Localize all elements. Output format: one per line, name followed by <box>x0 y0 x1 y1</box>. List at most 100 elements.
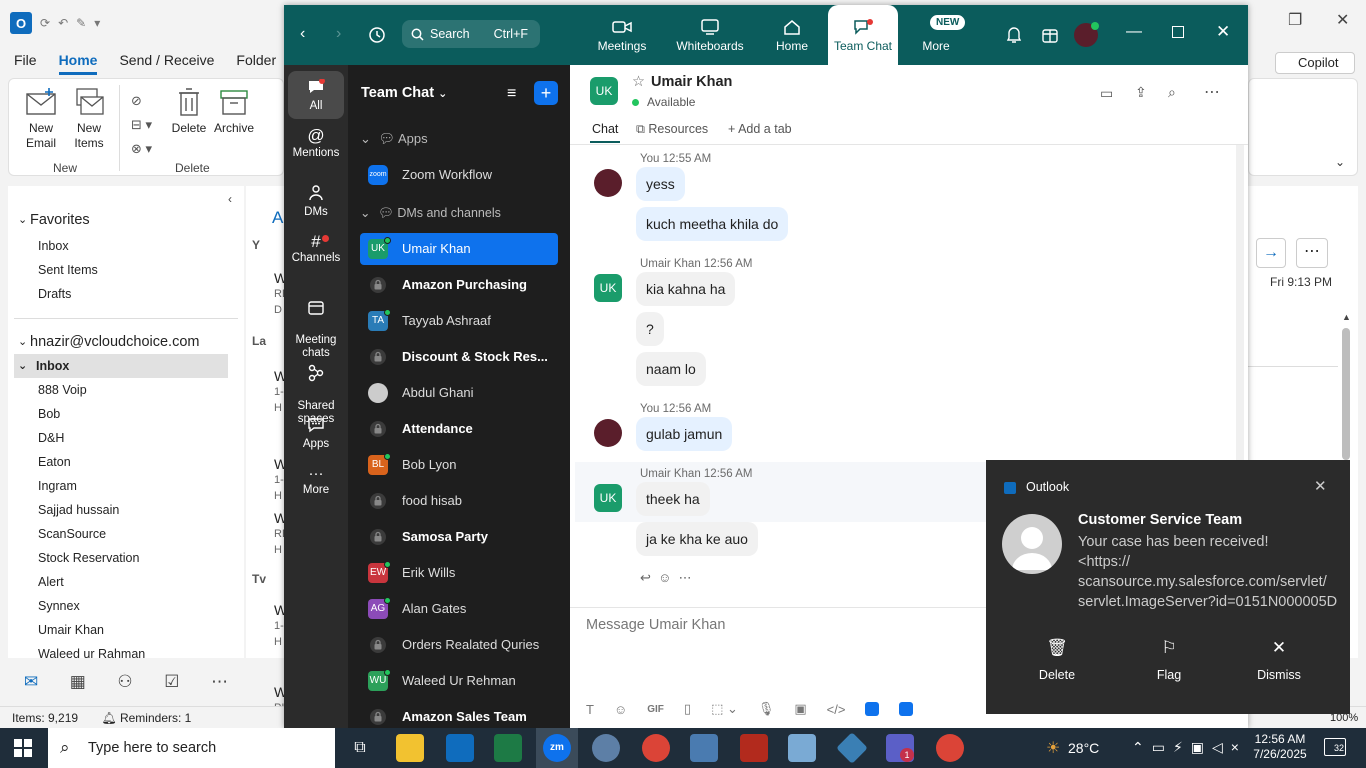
contact-row[interactable]: WU Waleed Ur Rehman <box>360 665 558 697</box>
zoom-close-icon[interactable]: ✕ <box>1216 22 1230 42</box>
restore-icon[interactable]: ❐ <box>1288 10 1302 30</box>
file-explorer-icon[interactable] <box>396 734 424 762</box>
outlook-close-icon[interactable]: ✕ <box>1336 10 1349 30</box>
rail-all[interactable]: All <box>286 79 346 113</box>
temperature[interactable]: 28°C <box>1068 740 1099 756</box>
people-icon[interactable]: ⚇ <box>117 672 132 692</box>
text-format-icon[interactable]: T <box>586 702 594 717</box>
task-view-icon[interactable]: ⧉ <box>346 734 374 762</box>
new-items-button[interactable]: New Items <box>65 87 113 151</box>
rail-meeting-chats[interactable]: Meeting chats <box>286 287 346 360</box>
folder-item[interactable]: Ingram <box>8 474 244 498</box>
contact-row[interactable]: EW Erik Wills <box>360 557 558 589</box>
new-email-button[interactable]: New Email <box>19 87 63 151</box>
send-icon[interactable] <box>899 702 914 716</box>
folder-item[interactable]: Bob <box>8 402 244 426</box>
taskbar-search[interactable]: ⌕ Type here to search <box>48 728 335 768</box>
maximize-icon[interactable] <box>1172 26 1184 38</box>
notes-icon[interactable] <box>788 734 816 762</box>
dms-section-header[interactable]: ⌄ 💬︎ DMs and channels <box>360 205 501 221</box>
contact-name[interactable]: ☆ Umair Khan <box>632 74 732 90</box>
forward-nav-icon[interactable]: › <box>336 25 341 43</box>
message-bubble[interactable]: yess <box>636 167 685 201</box>
menu-send-receive[interactable]: Send / Receive <box>119 52 214 75</box>
file-icon[interactable]: ▯ <box>684 701 691 717</box>
zoom-app-button-icon[interactable] <box>865 702 880 716</box>
folder-item[interactable]: Umair Khan <box>8 618 244 642</box>
toast-close-icon[interactable]: ✕ <box>1314 477 1327 495</box>
menu-folder[interactable]: Folder <box>236 52 276 75</box>
teams-icon[interactable]: 1 <box>886 734 914 762</box>
clean-up-icon[interactable]: ⊟ ▾ <box>131 113 152 137</box>
minimize-icon[interactable]: — <box>1126 23 1142 41</box>
menu-home[interactable]: Home <box>58 52 98 75</box>
tab-team-chat[interactable]: Team Chat <box>828 5 898 65</box>
contact-row[interactable]: AG Alan Gates <box>360 593 558 625</box>
contact-row[interactable]: Orders Realated Quries <box>360 629 558 661</box>
ribbon-expand-icon[interactable]: ⌄ <box>1335 155 1345 169</box>
more-actions-icon[interactable]: ⋯ <box>1296 238 1328 268</box>
chrome-icon[interactable] <box>642 734 670 762</box>
contact-row[interactable]: BL Bob Lyon <box>360 449 558 481</box>
message-bubble[interactable]: theek ha <box>636 482 710 516</box>
contact-row[interactable]: Samosa Party <box>360 521 558 553</box>
calculator-icon[interactable] <box>690 734 718 762</box>
contact-row[interactable]: food hisab <box>360 485 558 517</box>
tab-home[interactable]: Home <box>756 5 828 65</box>
message-bubble[interactable]: kuch meetha khila do <box>636 207 789 241</box>
app-icon[interactable] <box>836 732 868 764</box>
system-tray-icons[interactable]: ⌃▭⚡▣◁× <box>1132 739 1247 756</box>
gif-icon[interactable]: GIF <box>647 704 664 715</box>
notifications-bell-icon[interactable] <box>1006 26 1022 44</box>
contact-row[interactable]: TA Tayyab Ashraaf <box>360 305 558 337</box>
message-bubble[interactable]: ja ke kha ke auo <box>636 522 758 556</box>
message-bubble[interactable]: gulab jamun <box>636 417 733 451</box>
filter-icon[interactable]: ≡ <box>507 85 516 103</box>
ignore-icon[interactable]: ⊘ <box>131 89 152 113</box>
list-tab-label[interactable]: A <box>272 208 283 228</box>
excel-icon[interactable] <box>494 734 522 762</box>
menu-file[interactable]: File <box>14 52 37 75</box>
favorites-header[interactable]: ⌄ Favorites <box>8 208 244 232</box>
zoom-workflow-item[interactable]: zoom Zoom Workflow <box>360 159 558 191</box>
list-group-header[interactable]: Y <box>252 238 260 252</box>
contact-row[interactable]: Attendance <box>360 413 558 445</box>
account-header[interactable]: ⌄ hnazir@vcloudchoice.com <box>8 330 244 354</box>
windows-start-icon[interactable] <box>14 739 32 757</box>
zoom-search[interactable]: Search Ctrl+F <box>402 20 540 48</box>
tab-add[interactable]: + Add a tab <box>728 122 792 136</box>
reply-icon[interactable]: ↩ <box>640 570 651 585</box>
chrome-2-icon[interactable] <box>936 734 964 762</box>
team-chat-title[interactable]: Team Chat ⌄ <box>361 85 447 101</box>
folder-item[interactable]: Alert <box>8 570 244 594</box>
reminders-count[interactable]: Reminders: 1 <box>120 711 191 725</box>
undo-icon[interactable]: ↶ <box>58 16 68 30</box>
message-bubble[interactable]: kia kahna ha <box>636 272 736 306</box>
toast-flag-button[interactable]: ⚐ Flag <box>1138 638 1200 682</box>
archive-button[interactable]: Archive <box>211 87 257 136</box>
chat-search-icon[interactable]: ⌕ <box>1168 84 1176 101</box>
emoji-react-icon[interactable]: ☺ <box>658 570 671 585</box>
contact-row[interactable]: UK Umair Khan <box>360 233 558 265</box>
rail-more[interactable]: ··· More <box>286 466 346 497</box>
folder-item[interactable]: 888 Voip <box>8 378 244 402</box>
reading-scrollbar[interactable] <box>1342 328 1350 460</box>
rail-channels[interactable]: # Channels <box>286 233 346 265</box>
share-screen-icon[interactable]: ⇪ <box>1135 84 1147 101</box>
toast-dismiss-button[interactable]: ✕ Dismiss <box>1248 638 1310 682</box>
clock[interactable]: 12:56 AM 7/26/2025 <box>1252 732 1308 762</box>
tab-more[interactable]: NEW More <box>898 5 974 65</box>
emoji-icon[interactable]: ☺ <box>614 702 627 717</box>
toast-delete-button[interactable]: 🗑︎ Delete <box>1026 638 1088 682</box>
more-options-icon[interactable]: ⋯ <box>679 570 692 585</box>
copilot-button[interactable]: Copilot <box>1275 52 1355 74</box>
screenshot-icon[interactable]: ⬚ ⌄ <box>711 701 738 717</box>
contact-row[interactable]: Abdul Ghani <box>360 377 558 409</box>
notification-center-icon[interactable]: 32 <box>1324 738 1346 756</box>
customize-icon[interactable]: ▾ <box>94 16 100 30</box>
folder-item[interactable]: Sajjad hussain <box>8 498 244 522</box>
rail-shared-spaces[interactable]: Shared spaces <box>286 351 346 426</box>
list-group-header[interactable]: La <box>252 334 266 348</box>
contact-row[interactable]: Amazon Purchasing <box>360 269 558 301</box>
microphone-icon[interactable]: 🎙︎ <box>758 701 775 717</box>
